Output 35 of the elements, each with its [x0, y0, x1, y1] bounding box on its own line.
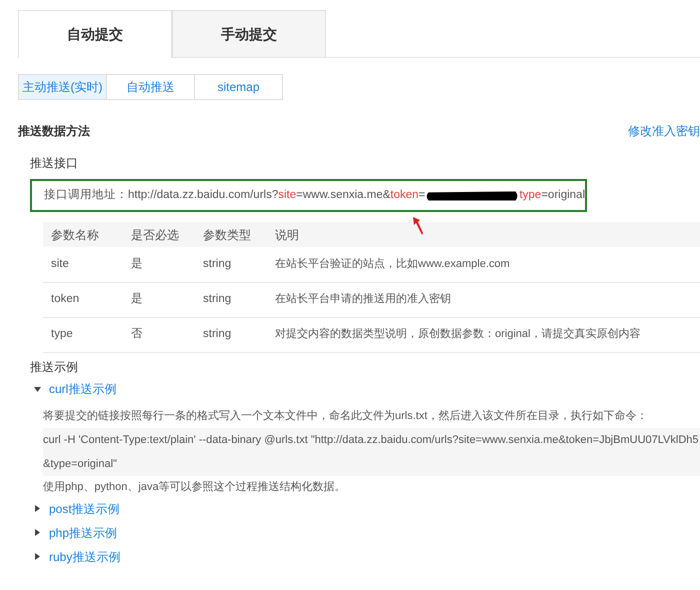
arrow-icon — [412, 216, 424, 236]
section-subtitle: 推送示例 — [30, 358, 79, 376]
subtab[interactable]: 主动推送(实时) — [18, 74, 107, 100]
subtab[interactable]: 自动推送 — [106, 74, 195, 100]
column-header: 参数类型 — [195, 222, 267, 248]
column-header: 参数名称 — [43, 222, 123, 248]
table-cell: 是 — [123, 247, 195, 282]
table-cell: 是 — [123, 282, 195, 318]
column-header: 是否必选 — [123, 222, 195, 248]
tab[interactable]: 手动提交 — [172, 10, 326, 57]
column-header: 说明 — [267, 222, 700, 248]
section-title: 推送数据方法 — [18, 123, 90, 140]
tab[interactable]: 自动提交 — [18, 10, 172, 58]
table-cell: string — [195, 317, 267, 352]
table-cell: 否 — [123, 317, 195, 352]
edit-key-link[interactable]: 修改准入密钥 — [628, 123, 700, 140]
example-toggle[interactable]: post推送示例 — [34, 498, 120, 519]
table-cell: string — [195, 247, 267, 282]
code-block: curl -H 'Content-Type:text/plain' --data-binary @urls.txt "http://data.zz.baidu.com/urls?site=www.senxia.me&token=JbjBmUU07LVklDh5&type=original" — [43, 428, 700, 476]
description-text: 将要提交的链接按照每行一条的格式写入一个文本文件中，命名此文件为urls.txt，然后进入该文件所在目录，执行如下命令： — [43, 409, 648, 424]
api-address: type=original — [519, 188, 585, 204]
example-toggle[interactable]: curl推送示例 — [34, 379, 116, 400]
table-cell: 对提交内容的数据类型说明，原创数据参数：original，请提交真实原创内容 — [267, 317, 700, 352]
table-cell: site — [43, 247, 123, 282]
description-text: 使用php、python、java等可以参照这个过程推送结构化数据。 — [43, 480, 347, 495]
table-cell: token — [43, 282, 123, 318]
table-cell: string — [195, 282, 267, 318]
api-address: 接口调用地址：http://data.zz.baidu.com/urls?site=www.senxia.me&token= — [44, 188, 426, 204]
subtab[interactable]: sitemap — [194, 74, 283, 100]
table-cell: 在站长平台申请的推送用的准入密钥 — [267, 282, 700, 318]
section-subtitle: 推送接口 — [30, 155, 79, 172]
example-toggle[interactable]: ruby推送示例 — [34, 546, 120, 567]
example-toggle[interactable]: php推送示例 — [34, 522, 118, 543]
table-cell: 在站长平台验证的站点，比如www.example.com — [267, 247, 700, 282]
table-cell: type — [43, 317, 123, 352]
